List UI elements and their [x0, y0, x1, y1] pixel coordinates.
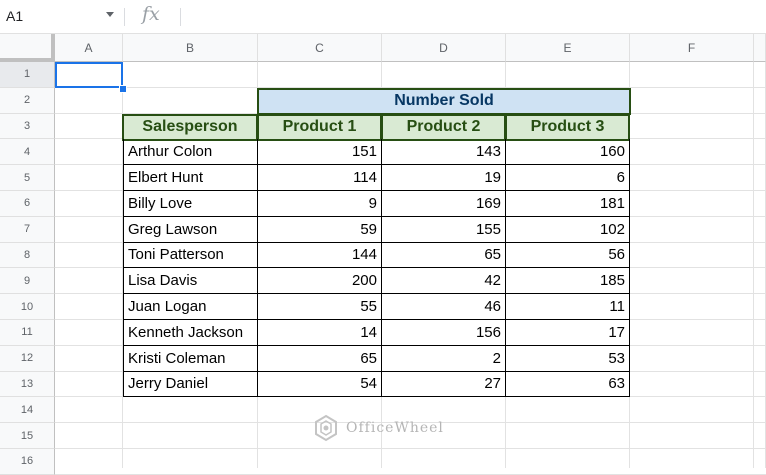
column-header-f[interactable]: F	[630, 34, 754, 62]
row-header-15[interactable]: 15	[0, 423, 55, 449]
row-header-11[interactable]: 11	[0, 320, 55, 346]
gridline	[55, 448, 766, 449]
column-header-g[interactable]	[754, 34, 766, 62]
row-header-6[interactable]: 6	[0, 191, 55, 217]
row-header-12[interactable]: 12	[0, 345, 55, 372]
salesperson-cell[interactable]: Elbert Hunt	[123, 165, 258, 191]
salesperson-cell[interactable]: Lisa Davis	[123, 268, 258, 295]
salesperson-cell[interactable]: Kenneth Jackson	[123, 320, 258, 346]
value-cell[interactable]: 144	[258, 242, 382, 269]
number-sold-header[interactable]: Number Sold	[257, 87, 631, 115]
row-header-16[interactable]: 16	[0, 449, 55, 475]
row-header-10[interactable]: 10	[0, 294, 55, 320]
row-header-5[interactable]: 5	[0, 165, 55, 191]
salesperson-cell[interactable]: Billy Love	[123, 191, 258, 217]
value-cell[interactable]: 55	[258, 294, 382, 320]
value-cell[interactable]: 155	[382, 216, 506, 243]
value-cell[interactable]: 19	[382, 165, 506, 191]
value-cell[interactable]: 17	[506, 320, 630, 346]
value-cell[interactable]: 46	[382, 294, 506, 320]
value-cell[interactable]: 65	[382, 242, 506, 269]
column-header-c[interactable]: C	[258, 34, 382, 62]
column-header-b[interactable]: B	[123, 34, 258, 62]
product-1-header[interactable]: Product 1	[257, 113, 382, 142]
salesperson-header[interactable]: Salesperson	[122, 113, 258, 142]
gridline	[753, 62, 754, 468]
row-header-1[interactable]: 1	[0, 62, 55, 88]
value-cell[interactable]: 160	[506, 139, 630, 166]
salesperson-cell[interactable]: Arthur Colon	[123, 139, 258, 166]
product-2-header[interactable]: Product 2	[381, 113, 506, 142]
row-header-3[interactable]: 3	[0, 113, 55, 140]
value-cell[interactable]: 2	[382, 345, 506, 372]
salesperson-cell[interactable]: Kristi Coleman	[123, 345, 258, 372]
value-cell[interactable]: 151	[258, 139, 382, 166]
watermark: OfficeWheel	[312, 414, 444, 442]
salesperson-cell[interactable]: Greg Lawson	[123, 216, 258, 243]
value-cell[interactable]: 156	[382, 320, 506, 346]
value-cell[interactable]: 27	[382, 371, 506, 398]
product-3-header[interactable]: Product 3	[505, 113, 630, 142]
value-cell[interactable]: 11	[506, 294, 630, 320]
value-cell[interactable]: 9	[258, 191, 382, 217]
value-cell[interactable]: 42	[382, 268, 506, 295]
value-cell[interactable]: 200	[258, 268, 382, 295]
value-cell[interactable]: 59	[258, 216, 382, 243]
row-header-9[interactable]: 9	[0, 268, 55, 295]
value-cell[interactable]: 54	[258, 371, 382, 398]
fill-handle[interactable]	[119, 85, 127, 93]
value-cell[interactable]: 53	[506, 345, 630, 372]
cell-selection[interactable]	[55, 62, 123, 88]
row-header-7[interactable]: 7	[0, 216, 55, 243]
watermark-text: OfficeWheel	[346, 420, 444, 436]
row-header-14[interactable]: 14	[0, 397, 55, 424]
column-header-e[interactable]: E	[506, 34, 630, 62]
column-header-a[interactable]: A	[55, 34, 123, 62]
value-cell[interactable]: 14	[258, 320, 382, 346]
row-header-13[interactable]: 13	[0, 371, 55, 398]
row-header-8[interactable]: 8	[0, 242, 55, 269]
value-cell[interactable]: 63	[506, 371, 630, 398]
officewheel-logo-icon	[315, 414, 337, 442]
select-all-corner[interactable]	[0, 34, 55, 62]
value-cell[interactable]: 169	[382, 191, 506, 217]
row-header-4[interactable]: 4	[0, 139, 55, 166]
salesperson-cell[interactable]: Juan Logan	[123, 294, 258, 320]
value-cell[interactable]: 56	[506, 242, 630, 269]
column-header-d[interactable]: D	[382, 34, 506, 62]
value-cell[interactable]: 143	[382, 139, 506, 166]
salesperson-cell[interactable]: Jerry Daniel	[123, 371, 258, 398]
value-cell[interactable]: 102	[506, 216, 630, 243]
sheet-grid[interactable]: A B C D E F 1 2 3 4 5 6 7 8 9 10 11 12 13 14 15 16 Number Sold…	[0, 0, 766, 475]
salesperson-cell[interactable]: Toni Patterson	[123, 242, 258, 269]
value-cell[interactable]: 6	[506, 165, 630, 191]
row-header-2[interactable]: 2	[0, 87, 55, 114]
value-cell[interactable]: 181	[506, 191, 630, 217]
value-cell[interactable]: 65	[258, 345, 382, 372]
value-cell[interactable]: 114	[258, 165, 382, 191]
value-cell[interactable]: 185	[506, 268, 630, 295]
